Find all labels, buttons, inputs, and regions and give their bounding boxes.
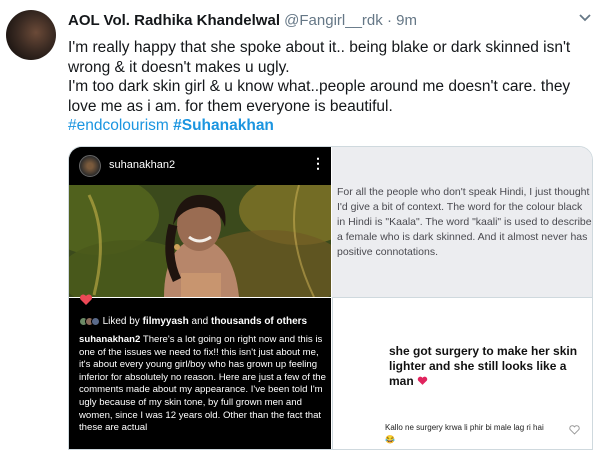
- liked-by-suffix: and: [191, 316, 209, 327]
- instagram-caption-panel[interactable]: Liked by filmyyash and thousands of othe…: [69, 294, 331, 449]
- tweet-text: I'm really happy that she spoke about it…: [68, 38, 593, 136]
- hashtags: #endcolourism #Suhanakhan: [68, 116, 593, 136]
- tweet-media-grid[interactable]: suhanakhan2 ⋮ For all the people who don…: [68, 146, 593, 450]
- more-vertical-icon: ⋮: [311, 155, 325, 171]
- instagram-avatar: [79, 155, 101, 177]
- tweet: AOL Vol. Radhika Khandelwal @Fangirl__rd…: [0, 0, 600, 450]
- hindi-comment: Kallo ne surgery krwa li phir bi male la…: [385, 423, 544, 444]
- liked-by-row: Liked by filmyyash and thousands of othe…: [79, 316, 307, 327]
- tweet-line-1: I'm really happy that she spoke about it…: [68, 39, 571, 76]
- tweet-line-2: I'm too dark skin girl & u know what..pe…: [68, 78, 571, 115]
- instagram-actions: [77, 294, 327, 312]
- quoted-comment: she got surgery to make her skin lighter…: [389, 344, 579, 389]
- display-name[interactable]: AOL Vol. Radhika Khandelwal: [68, 12, 280, 29]
- red-heart-emoji: [417, 376, 428, 385]
- instagram-photo-panel[interactable]: suhanakhan2 ⋮: [69, 147, 331, 297]
- liked-by-prefix: Liked by: [102, 316, 140, 327]
- context-text-panel[interactable]: For all the people who don't speak Hindi…: [332, 147, 592, 297]
- context-text: For all the people who don't speak Hindi…: [337, 186, 592, 258]
- tweet-header: AOL Vol. Radhika Khandelwal @Fangirl__rd…: [68, 12, 417, 29]
- liker-avatar: [91, 316, 100, 326]
- caption-text: There's a lot going on right now and thi…: [79, 334, 326, 434]
- hashtag-suhanakhan[interactable]: #Suhanakhan: [173, 117, 274, 134]
- separator: ·: [386, 12, 392, 29]
- heart-outline-icon: [569, 425, 580, 435]
- timestamp[interactable]: 9m: [396, 12, 417, 29]
- instagram-username: suhanakhan2: [109, 159, 176, 171]
- liked-by-user: filmyyash: [142, 316, 189, 327]
- caption-username: suhanakhan2: [79, 334, 141, 345]
- comment-screenshot-panel[interactable]: she got surgery to make her skin lighter…: [332, 298, 592, 449]
- heart-icon: [79, 294, 93, 305]
- user-handle[interactable]: @Fangirl__rdk: [284, 12, 383, 29]
- user-avatar[interactable]: [6, 10, 56, 60]
- instagram-post-header: suhanakhan2 ⋮: [69, 147, 331, 185]
- liked-by-others: thousands of others: [210, 316, 308, 327]
- hashtag-endcolourism[interactable]: #endcolourism: [68, 117, 169, 134]
- instagram-photo: [69, 185, 331, 297]
- chevron-down-icon[interactable]: [578, 10, 592, 26]
- instagram-caption: suhanakhan2 There's a lot going on right…: [79, 334, 327, 435]
